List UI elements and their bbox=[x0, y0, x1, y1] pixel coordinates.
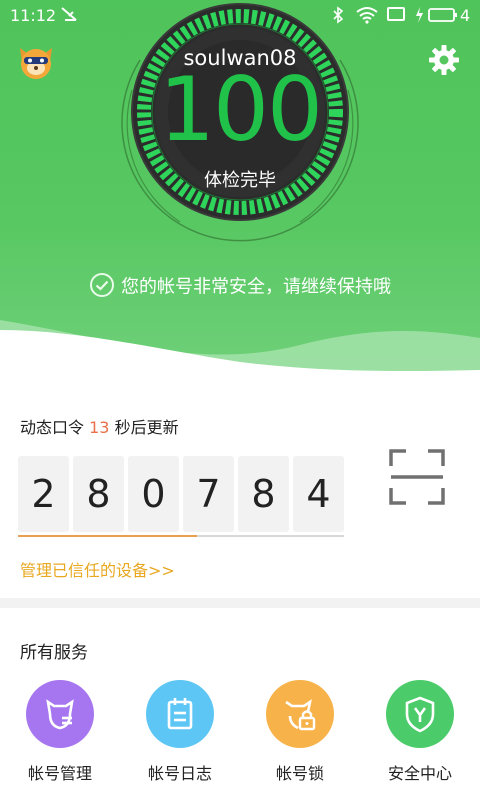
otp-countdown: 13 bbox=[89, 418, 110, 437]
section-divider bbox=[0, 598, 480, 608]
check-circle-icon bbox=[89, 272, 115, 303]
manage-trusted-devices-link[interactable]: 管理已信任的设备>> bbox=[20, 557, 175, 581]
notification-icon bbox=[60, 6, 78, 26]
service-label: 帐号锁 bbox=[275, 764, 324, 783]
scan-qr-icon[interactable] bbox=[388, 448, 446, 506]
safety-message: 您的帐号非常安全，请继续保持哦 bbox=[121, 276, 391, 298]
service-label: 帐号管理 bbox=[27, 764, 92, 783]
otp-digit: 4 bbox=[293, 456, 344, 532]
security-center-icon bbox=[386, 680, 454, 748]
safety-message-row: 您的帐号非常安全，请继续保持哦 bbox=[0, 272, 480, 303]
account-log-icon bbox=[146, 680, 214, 748]
security-score: 100 bbox=[159, 58, 323, 161]
check-status: 体检完毕 bbox=[204, 170, 276, 191]
account-lock-icon bbox=[266, 680, 334, 748]
otp-digit: 2 bbox=[18, 456, 69, 532]
wave-decoration bbox=[0, 320, 480, 372]
otp-countdown-bar bbox=[18, 535, 344, 537]
otp-digit: 0 bbox=[128, 456, 179, 532]
service-label: 安全中心 bbox=[387, 764, 452, 783]
otp-digit: 8 bbox=[73, 456, 124, 532]
otp-digit: 8 bbox=[238, 456, 289, 532]
service-account-log[interactable]: 帐号日志 bbox=[132, 680, 228, 784]
otp-code: 2 8 0 7 8 4 bbox=[18, 456, 344, 532]
service-account-manage[interactable]: 帐号管理 bbox=[12, 680, 108, 784]
service-label: 帐号日志 bbox=[147, 764, 212, 783]
service-security-center[interactable]: 安全中心 bbox=[372, 680, 468, 784]
charging-icon bbox=[414, 6, 424, 28]
account-manage-icon bbox=[26, 680, 94, 748]
otp-label-suffix: 秒后更新 bbox=[114, 418, 179, 437]
screen-icon bbox=[386, 6, 406, 26]
service-account-lock[interactable]: 帐号锁 bbox=[252, 680, 348, 784]
hero-header: 11:12 4 soulwan08 100 体检完毕 您的帐号非常安全，请继续保… bbox=[0, 0, 480, 372]
status-time: 11:12 bbox=[10, 6, 57, 25]
otp-title: 动态口令 13 秒后更新 bbox=[20, 414, 179, 438]
otp-label-prefix: 动态口令 bbox=[20, 418, 85, 437]
battery-level: 4 bbox=[460, 6, 471, 25]
services-title: 所有服务 bbox=[20, 643, 88, 663]
battery-icon bbox=[428, 6, 458, 28]
otp-digit: 7 bbox=[183, 456, 234, 532]
otp-countdown-fill bbox=[18, 535, 198, 537]
